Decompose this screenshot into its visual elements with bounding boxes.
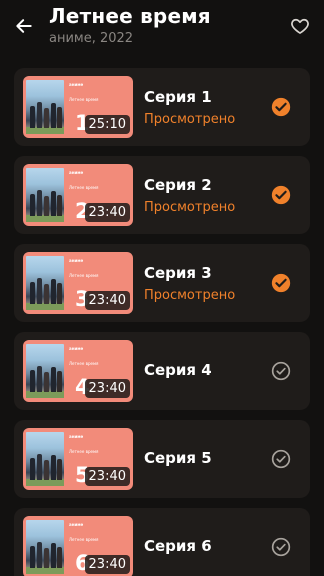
episode-title: Серия 5 [144,449,212,467]
episode-thumbnail: аниме Летнее время 3 23:40 [23,252,133,314]
duration-badge: 23:40 [84,203,130,222]
favorite-button[interactable] [289,15,311,37]
page-title: Летнее время [49,4,211,28]
back-button[interactable] [12,14,36,38]
thumbnail-kind-label: аниме [69,170,84,175]
thumbnail-kind-label: аниме [69,522,84,527]
thumbnail-title-label: Летнее время [69,537,99,542]
episode-title: Серия 2 [144,176,212,194]
arrow-left-icon [16,19,32,33]
episode-card[interactable]: аниме Летнее время 6 23:40 Серия 6 [14,508,310,576]
check-circle-outline-icon[interactable] [271,537,291,557]
episode-thumbnail: аниме Летнее время 4 23:40 [23,340,133,402]
duration-badge: 23:40 [84,467,130,486]
episode-title: Серия 6 [144,537,212,555]
thumbnail-kind-label: аниме [69,434,84,439]
episode-card[interactable]: аниме Летнее время 2 23:40 Серия 2 Просм… [14,156,310,234]
episode-card[interactable]: аниме Летнее время 4 23:40 Серия 4 [14,332,310,410]
poster-image [26,344,64,398]
episode-title: Серия 1 [144,88,212,106]
episode-card[interactable]: аниме Летнее время 1 25:10 Серия 1 Просм… [14,68,310,146]
episode-thumbnail: аниме Летнее время 6 23:40 [23,516,133,576]
episode-status: Просмотрено [144,112,236,127]
thumbnail-title-label: Летнее время [69,273,99,278]
thumbnail-title-label: Летнее время [69,97,99,102]
thumbnail-title-label: Летнее время [69,361,99,366]
episode-thumbnail: аниме Летнее время 1 25:10 [23,76,133,138]
episode-list: аниме Летнее время 1 25:10 Серия 1 Просм… [14,68,310,576]
episode-card[interactable]: аниме Летнее время 3 23:40 Серия 3 Просм… [14,244,310,322]
episode-status: Просмотрено [144,288,236,303]
thumbnail-title-label: Летнее время [69,185,99,190]
check-circle-outline-icon[interactable] [271,449,291,469]
app-header: Летнее время аниме, 2022 [0,0,324,56]
thumbnail-kind-label: аниме [69,82,84,87]
duration-badge: 23:40 [84,555,130,574]
thumbnail-kind-label: аниме [69,346,84,351]
check-circle-outline-icon[interactable] [271,361,291,381]
check-circle-filled-icon[interactable] [271,185,291,205]
episode-title: Серия 4 [144,361,212,379]
duration-badge: 23:40 [84,291,130,310]
poster-image [26,80,64,134]
episode-thumbnail: аниме Летнее время 5 23:40 [23,428,133,490]
thumbnail-title-label: Летнее время [69,449,99,454]
thumbnail-kind-label: аниме [69,258,84,263]
episode-thumbnail: аниме Летнее время 2 23:40 [23,164,133,226]
poster-image [26,520,64,574]
poster-image [26,432,64,486]
episode-card[interactable]: аниме Летнее время 5 23:40 Серия 5 [14,420,310,498]
page-subtitle: аниме, 2022 [49,31,134,46]
poster-image [26,256,64,310]
poster-image [26,168,64,222]
episode-title: Серия 3 [144,264,212,282]
duration-badge: 25:10 [84,115,130,134]
heart-outline-icon [291,18,309,34]
duration-badge: 23:40 [84,379,130,398]
episode-status: Просмотрено [144,200,236,215]
check-circle-filled-icon[interactable] [271,273,291,293]
check-circle-filled-icon[interactable] [271,97,291,117]
